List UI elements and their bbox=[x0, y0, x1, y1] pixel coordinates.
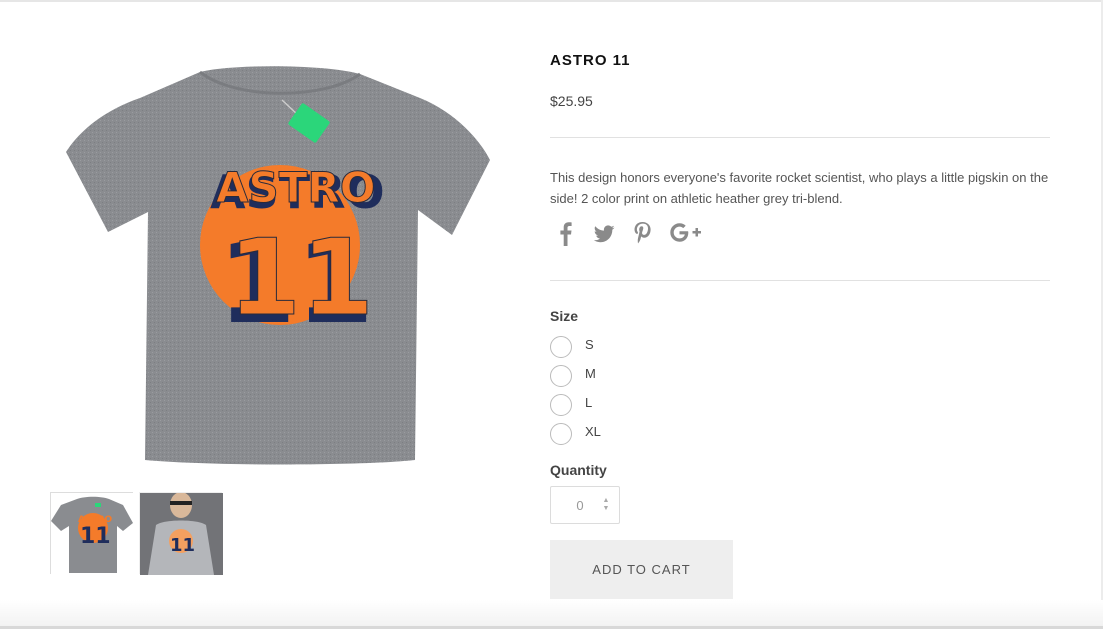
size-option-s[interactable]: S bbox=[550, 332, 601, 361]
product-price: $25.95 bbox=[550, 93, 593, 109]
size-option-label: L bbox=[585, 395, 593, 410]
quantity-value[interactable]: 0 bbox=[551, 498, 599, 513]
chevron-down-icon[interactable]: ▼ bbox=[603, 505, 610, 513]
share-icons bbox=[554, 219, 702, 247]
size-option-l[interactable]: L bbox=[550, 390, 601, 419]
facebook-icon[interactable] bbox=[554, 219, 578, 247]
quantity-label: Quantity bbox=[550, 462, 607, 478]
size-option-xl[interactable]: XL bbox=[550, 419, 601, 448]
svg-text:11: 11 bbox=[228, 217, 374, 339]
size-option-label: M bbox=[585, 366, 596, 381]
twitter-icon[interactable] bbox=[592, 219, 616, 247]
bottom-shadow bbox=[0, 600, 1103, 629]
thumbnail-model[interactable]: 11 bbox=[139, 492, 223, 575]
size-options: S M L XL bbox=[550, 332, 601, 448]
top-border bbox=[0, 0, 1103, 2]
size-option-label: XL bbox=[585, 424, 601, 439]
svg-text:11: 11 bbox=[170, 535, 195, 556]
size-label: Size bbox=[550, 308, 579, 324]
svg-text:11: 11 bbox=[80, 524, 111, 549]
svg-text:~: ~ bbox=[270, 315, 277, 324]
radio-button[interactable] bbox=[550, 393, 572, 416]
divider bbox=[550, 280, 1050, 281]
divider bbox=[550, 137, 1050, 138]
pinterest-icon[interactable] bbox=[630, 219, 654, 247]
size-option-label: S bbox=[585, 337, 594, 352]
add-to-cart-button[interactable]: ADD TO CART bbox=[550, 540, 733, 599]
product-title: ASTRO 11 bbox=[550, 52, 631, 69]
chevron-up-icon[interactable]: ▲ bbox=[603, 497, 610, 505]
quantity-stepper[interactable]: 0 ▲ ▼ bbox=[550, 486, 620, 524]
thumbnail-strip: 11 ASTRO 11 bbox=[50, 492, 223, 575]
product-description: This design honors everyone's favorite r… bbox=[550, 170, 1049, 206]
radio-button[interactable] bbox=[550, 364, 572, 387]
radio-button[interactable] bbox=[550, 335, 572, 358]
spinner-arrows[interactable]: ▲ ▼ bbox=[599, 497, 613, 513]
main-product-image[interactable]: 11 ASTRO 11 ASTRO ~ bbox=[60, 60, 495, 470]
thumbnail-shirt[interactable]: 11 ASTRO bbox=[50, 492, 134, 575]
svg-text:ASTRO: ASTRO bbox=[216, 163, 375, 212]
svg-text:ASTRO: ASTRO bbox=[78, 515, 113, 525]
radio-button[interactable] bbox=[550, 422, 572, 445]
google-plus-icon[interactable] bbox=[668, 219, 702, 247]
size-option-m[interactable]: M bbox=[550, 361, 601, 390]
